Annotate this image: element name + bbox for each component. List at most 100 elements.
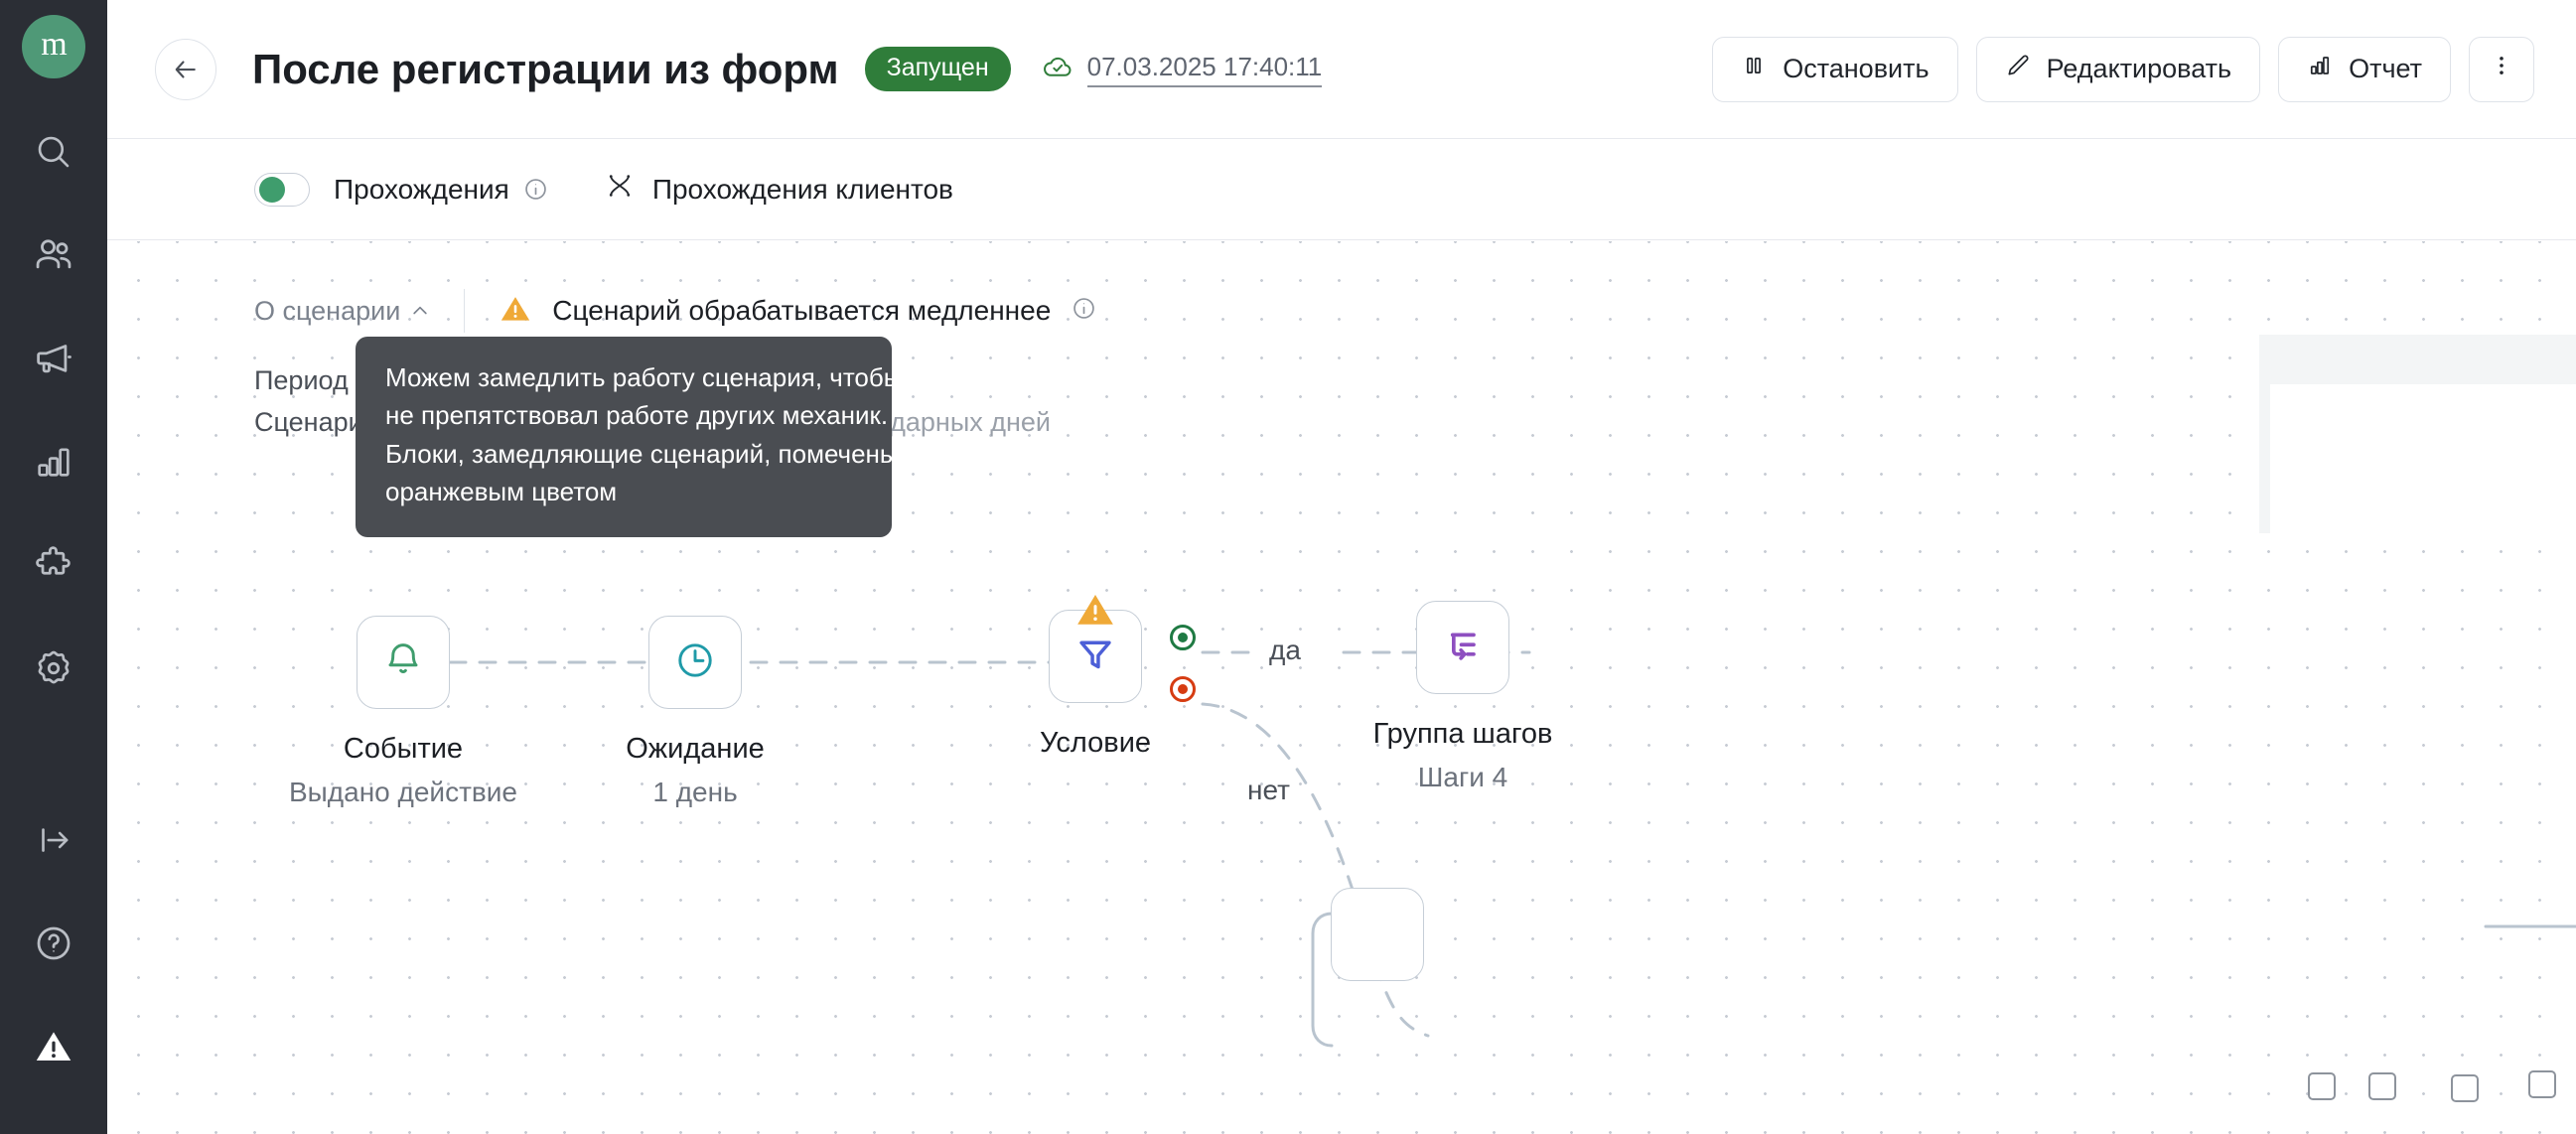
client-passes-label: Прохождения клиентов [651, 173, 953, 205]
warning-info-icon[interactable] [1071, 295, 1097, 327]
sidebar-item-campaigns[interactable] [0, 307, 107, 410]
flow-node-steps-group-subtitle: Шаги 4 [1417, 762, 1508, 792]
stop-button[interactable]: Остановить [1712, 36, 1958, 102]
clock-icon [673, 638, 717, 687]
passes-toggle[interactable] [254, 172, 310, 207]
panel-checkbox-4[interactable] [2528, 1070, 2556, 1098]
more-options-button[interactable] [2469, 36, 2534, 102]
flow-canvas[interactable]: О сценарии Сценарий обрабатывается медле… [107, 241, 2576, 1134]
edit-button-label: Редактировать [2046, 54, 2232, 83]
about-divider [464, 289, 466, 333]
flow-node-steps-group-box[interactable] [1416, 601, 1509, 694]
bar-chart-icon [33, 441, 74, 483]
about-line-2-suffix: рных дней [920, 406, 1052, 437]
status-badge: Запущен [864, 47, 1011, 91]
flow-port-false[interactable] [1170, 676, 1196, 702]
flow-port-true-dot [1178, 633, 1188, 642]
flow-node-condition-box[interactable] [1049, 594, 1196, 703]
flow-node-event-box[interactable] [357, 616, 450, 709]
stop-button-label: Остановить [1783, 54, 1930, 83]
app-root: m После регистрации из форм Запущен 07.0… [0, 0, 2576, 1134]
edge-label-yes: да [1269, 635, 1301, 665]
last-updated[interactable]: 07.03.2025 17:40:11 [1041, 50, 1323, 88]
sidebar-item-clients[interactable] [0, 204, 107, 307]
page-title: После регистрации из форм [252, 45, 839, 92]
panel-checkbox-3[interactable] [2451, 1074, 2479, 1102]
flow-port-false-dot [1178, 684, 1188, 694]
bottom-right-panel-body [2270, 384, 2576, 533]
chart-icon [2307, 53, 2333, 85]
users-icon [32, 233, 75, 277]
last-updated-text: 07.03.2025 17:40:11 [1086, 52, 1323, 87]
tooltip-line-3: Блоки, замедляющие сценарий, помечены [385, 438, 899, 469]
tooltip-line-1: Можем замедлить работу сценария, чтобы о… [385, 362, 938, 392]
tooltip-line-4: оранжевым цветом [385, 477, 618, 507]
logout-icon [33, 819, 74, 861]
sidebar-item-help[interactable] [0, 892, 107, 995]
slow-warning-text: Сценарий обрабатывается медленнее [552, 295, 1052, 326]
app-logo-letter: m [41, 26, 67, 63]
header-actions: Остановить Редактировать Отчет [1712, 36, 2534, 102]
funnel-flow-icon [605, 171, 635, 208]
flow-node-hidden-left[interactable] [1331, 888, 1424, 981]
slow-warning-tooltip: Можем замедлить работу сценария, чтобы о… [356, 337, 938, 537]
sidebar-item-integrations[interactable] [0, 513, 107, 617]
info-icon[interactable] [522, 176, 549, 203]
passes-toggle-label: Прохождения [334, 173, 509, 205]
back-button[interactable] [155, 38, 216, 100]
cloud-check-icon [1041, 50, 1074, 88]
pencil-icon [2005, 53, 2031, 85]
sidebar-item-search[interactable] [0, 100, 107, 204]
kebab-menu-icon [2489, 53, 2514, 85]
arrow-left-icon [175, 60, 196, 78]
flow-node-wait-subtitle: 1 день [652, 777, 738, 807]
warning-triangle-icon [499, 292, 532, 331]
flow-node-wait-title: Ожидание [626, 733, 765, 765]
app-logo[interactable]: m [22, 15, 85, 78]
chevron-up-icon [413, 306, 427, 315]
slow-warning: Сценарий обрабатывается медленнее [499, 292, 1097, 331]
filter-icon [1073, 633, 1117, 681]
flow-node-steps-group-title: Группа шагов [1372, 718, 1553, 750]
panel-checkbox-1[interactable] [2308, 1072, 2336, 1100]
client-passes-link[interactable]: Прохождения клиентов [605, 171, 953, 208]
sub-toolbar: Прохождения Прохождения клиентов [107, 139, 2576, 240]
puzzle-icon [32, 543, 75, 587]
sidebar-item-logout[interactable] [0, 788, 107, 892]
flow-node-wait-box[interactable] [648, 616, 742, 709]
sidebar-item-analytics[interactable] [0, 410, 107, 513]
edge-label-no: нет [1247, 775, 1290, 805]
flow-node-condition: Условие [1040, 594, 1196, 759]
tooltip-line-2: не препятствовал работе других механик. [385, 400, 889, 431]
search-icon [33, 131, 74, 173]
panel-checkbox-2[interactable] [2368, 1072, 2396, 1100]
flow-node-event-subtitle: Выдано действие [289, 777, 517, 807]
flow-node-event-title: Событие [343, 733, 464, 765]
edge-group-bracket [1311, 912, 1334, 1048]
about-toggle[interactable]: О сценарии [254, 296, 430, 327]
node-warning-icon [1074, 589, 1116, 636]
bell-icon [381, 638, 425, 687]
flow-port-true[interactable] [1170, 625, 1196, 650]
sidebar-item-alerts[interactable] [0, 995, 107, 1098]
left-sidebar: m [0, 0, 107, 1134]
toggle-knob [259, 176, 285, 203]
main-area: После регистрации из форм Запущен 07.03.… [107, 0, 2576, 1134]
megaphone-icon [32, 337, 75, 380]
pause-icon [1741, 53, 1767, 85]
flow-node-steps-group: Группа шагов Шаги 4 [1373, 601, 1552, 792]
flow-node-event: Событие Выдано действие [289, 616, 517, 807]
edit-button[interactable]: Редактировать [1975, 36, 2261, 102]
alert-icon [31, 1024, 76, 1069]
about-toggle-label: О сценарии [254, 295, 401, 326]
steps-group-icon [1441, 624, 1485, 672]
about-row: О сценарии Сценарий обрабатывается медле… [254, 289, 1097, 333]
sidebar-item-settings[interactable] [0, 617, 107, 720]
report-button-label: Отчет [2349, 54, 2422, 83]
gear-icon [32, 646, 75, 690]
flow-node-wait: Ожидание 1 день [626, 616, 765, 807]
help-icon [32, 921, 75, 965]
page-header: После регистрации из форм Запущен 07.03.… [107, 0, 2576, 139]
report-button[interactable]: Отчет [2278, 36, 2451, 102]
flow-node-condition-title: Условие [1039, 727, 1152, 759]
